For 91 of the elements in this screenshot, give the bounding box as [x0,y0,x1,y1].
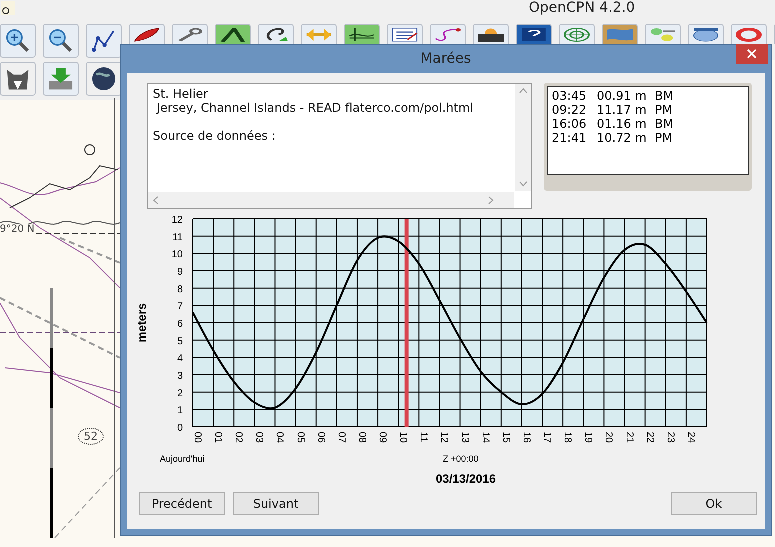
y-tick-label: 7 [177,302,183,313]
x-tick-label: 08 [356,432,368,444]
route-button[interactable] [86,24,122,58]
help-book-button[interactable] [516,24,552,44]
map-icon [607,28,633,42]
y-tick-label: 12 [172,215,183,226]
radar-icon [564,28,590,42]
squiggle-button[interactable] [430,24,466,44]
download-button[interactable] [43,62,79,96]
x-tick-label: 07 [336,432,347,444]
earth-button[interactable] [86,62,122,96]
help-book-icon [521,28,547,42]
lifebuoy-icon [736,28,762,42]
tide-event-item[interactable]: 21:41 10.72 m PM [552,131,744,145]
x-tick-label: 05 [294,432,306,444]
zoom-in-button[interactable] [0,24,36,58]
x-tick-label: 03 [254,432,265,444]
x-tick-label: 15 [500,432,512,444]
scroll-right-icon [488,196,494,204]
ok-button[interactable]: Ok [671,492,757,515]
window-title: OpenCPN 4.2.0 [529,0,636,16]
day-label: Aujourd'hui [160,454,205,464]
x-tick-label: 16 [520,432,532,444]
x-tick-label: 13 [459,432,470,444]
x-tick-label: 09 [377,432,388,444]
x-tick-label: 12 [438,432,450,444]
scroll-up-icon [518,88,528,94]
arrows-icon [306,28,332,42]
x-tick-label: 22 [644,432,656,444]
station-info-box[interactable]: St. Helier Jersey, Channel Islands - READ flaterco.com/pol.html Source de données : [147,83,532,209]
next-button[interactable]: Suivant [233,492,319,515]
x-tick-label: 00 [192,432,203,444]
horizontal-scrollbar[interactable] [148,192,514,208]
y-tick-label: 6 [177,319,183,330]
previous-button[interactable]: Precédent [139,492,225,515]
depth-label: 52 [78,428,104,445]
x-tick-label: 20 [603,432,614,444]
sunset-icon [478,28,504,42]
zoom-in-icon [4,27,32,55]
radar-button[interactable] [559,24,595,44]
y-tick-label: 9 [177,267,183,278]
squiggle-icon [435,28,461,42]
earth-icon [90,65,118,93]
hook-button[interactable] [258,24,294,44]
lifebuoy-button[interactable] [731,24,767,44]
x-tick-label: 21 [624,432,635,444]
x-tick-label: 18 [562,432,574,444]
scroll-left-icon [153,196,159,204]
zoom-out-button[interactable] [43,24,79,58]
x-tick-label: 24 [685,432,696,444]
tide-event-item[interactable]: 03:45 00.91 m BM [552,89,744,103]
station-name: St. Helier [153,87,210,101]
y-tick-label: 1 [177,406,183,417]
chart-date: 03/13/2016 [434,472,498,486]
x-tick-label: 06 [315,432,326,444]
graph-button[interactable] [344,24,380,44]
y-tick-label: 11 [172,232,183,244]
list-icon [392,28,418,42]
x-tick-label: 10 [398,432,409,444]
scroll-down-icon [518,181,528,187]
x-tick-label: 04 [274,432,286,444]
list-button[interactable] [387,24,423,44]
zoom-out-icon [47,27,75,55]
y-tick-label: 2 [177,388,183,400]
x-tick-label: 19 [582,432,594,444]
x-tick-label: 17 [542,432,553,444]
y-tick-label: 3 [177,371,183,382]
app-icon [1,1,15,15]
y-tick-label: 10 [172,250,183,261]
timezone-label: Z +00:00 [443,454,479,464]
latitude-label: 9°20 N [0,224,35,235]
graph-icon [349,28,375,42]
y-tick-label: 0 [177,423,183,434]
data-source-label: Source de données : [153,129,277,143]
x-tick-label: 23 [664,432,676,444]
x-tick-label: 02 [233,432,244,444]
close-icon [747,49,757,59]
station-location: Jersey, Channel Islands - READ flaterco.com/pol.html [155,101,475,115]
vertical-scrollbar[interactable] [515,84,531,191]
tide-event-item[interactable]: 16:06 01.16 m BM [552,117,744,131]
dialog-title: Marées [420,51,472,67]
x-tick-label: 14 [480,432,491,444]
y-axis-label: meters [135,303,149,343]
close-button[interactable] [736,44,768,64]
x-tick-label: 11 [418,432,430,442]
y-tick-label: 8 [177,284,183,296]
y-tick-label: 4 [177,354,183,365]
x-tick-label: 01 [212,432,224,444]
y-tick-label: 5 [177,336,183,348]
tide-event-item[interactable]: 09:22 11.17 m PM [552,103,744,117]
sunset-button[interactable] [473,24,509,44]
